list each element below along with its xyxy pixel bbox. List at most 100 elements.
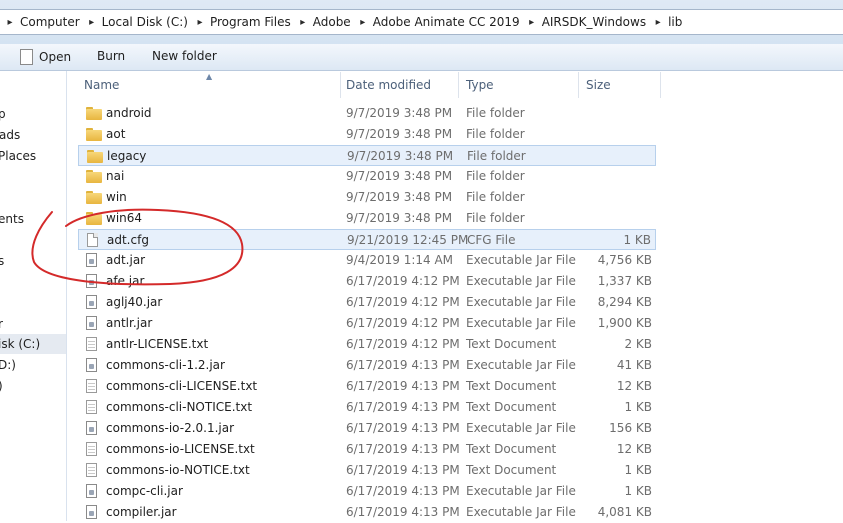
file-size: 4,756 KB bbox=[597, 253, 652, 267]
table-row[interactable]: legacy 9/7/2019 3:48 PM File folder bbox=[78, 145, 656, 166]
nav-item-drive[interactable]: ) bbox=[0, 376, 3, 396]
table-row[interactable]: afe.jar 6/17/2019 4:12 PM Executable Jar F… bbox=[78, 271, 656, 292]
file-type: Executable Jar File bbox=[466, 358, 576, 372]
file-name: commons-cli-LICENSE.txt bbox=[106, 379, 258, 393]
table-row[interactable]: antlr.jar 6/17/2019 4:12 PM Executable Jar… bbox=[78, 313, 656, 334]
table-row[interactable]: commons-io-NOTICE.txt 6/17/2019 4:13 PM Te… bbox=[78, 460, 656, 481]
nav-item-desktop[interactable]: p bbox=[0, 104, 6, 124]
jar-file-icon bbox=[86, 295, 97, 309]
file-date: 6/17/2019 4:12 PM bbox=[346, 337, 460, 351]
folder-icon bbox=[86, 127, 102, 141]
nav-item-computer[interactable]: r bbox=[0, 314, 3, 334]
chevron-right-icon[interactable]: ▸ bbox=[293, 17, 313, 28]
column-header-size[interactable]: Size bbox=[578, 72, 660, 98]
file-date: 9/7/2019 3:48 PM bbox=[347, 149, 454, 163]
table-row[interactable]: compc-cli.jar 6/17/2019 4:13 PM Executable… bbox=[78, 481, 656, 502]
column-header-label: Size bbox=[586, 78, 611, 92]
file-date: 6/17/2019 4:13 PM bbox=[346, 421, 460, 435]
file-date: 9/21/2019 12:45 PM bbox=[347, 233, 469, 247]
file-name: antlr-LICENSE.txt bbox=[106, 337, 209, 351]
jar-file-icon bbox=[86, 505, 97, 519]
file-size: 156 KB bbox=[609, 421, 652, 435]
table-row[interactable]: compiler.jar 6/17/2019 4:13 PM Executable … bbox=[78, 502, 656, 523]
breadcrumb-label: Adobe Animate CC 2019 bbox=[372, 15, 520, 29]
breadcrumb-item[interactable]: ▸ Local Disk (C:) bbox=[82, 15, 190, 29]
file-type: Text Document bbox=[466, 400, 557, 414]
breadcrumb-label: Adobe bbox=[312, 15, 351, 29]
navigation-pane: p ads Places ents s r isk (C:) D:) ) bbox=[0, 71, 67, 521]
table-row[interactable]: aglj40.jar 6/17/2019 4:12 PM Executable Ja… bbox=[78, 292, 656, 313]
text-file-icon bbox=[86, 463, 97, 477]
table-row[interactable]: commons-cli-LICENSE.txt 6/17/2019 4:13 PM… bbox=[78, 376, 656, 397]
file-type: Text Document bbox=[466, 442, 557, 456]
column-divider[interactable] bbox=[660, 72, 661, 98]
table-row[interactable]: win64 9/7/2019 3:48 PM File folder bbox=[78, 208, 656, 229]
nav-item-local-disk[interactable]: isk (C:) bbox=[0, 334, 66, 354]
breadcrumb-item[interactable]: ▸ Computer bbox=[0, 15, 82, 29]
file-size: 1 KB bbox=[624, 484, 652, 498]
nav-item-downloads[interactable]: ads bbox=[0, 125, 20, 145]
breadcrumb-item[interactable]: ▸ Program Files bbox=[190, 15, 293, 29]
breadcrumb-item[interactable]: ▸ Adobe bbox=[293, 15, 353, 29]
breadcrumb[interactable]: ▸ Computer ▸ Local Disk (C:) ▸ Program Files ▸… bbox=[0, 9, 843, 35]
file-size: 1 KB bbox=[623, 233, 651, 247]
file-name: commons-cli-1.2.jar bbox=[106, 358, 225, 372]
file-type: Executable Jar File bbox=[466, 253, 576, 267]
file-size: 41 KB bbox=[616, 358, 652, 372]
chevron-right-icon[interactable]: ▸ bbox=[82, 17, 102, 28]
file-name: nai bbox=[106, 169, 125, 183]
file-size: 2 KB bbox=[624, 337, 652, 351]
file-type: Executable Jar File bbox=[466, 274, 576, 288]
jar-file-icon bbox=[86, 253, 97, 267]
nav-item-documents[interactable]: ents bbox=[0, 209, 24, 229]
table-row[interactable]: commons-cli-NOTICE.txt 6/17/2019 4:13 PM T… bbox=[78, 397, 656, 418]
burn-button[interactable]: Burn bbox=[97, 49, 125, 63]
table-row[interactable]: commons-cli-1.2.jar 6/17/2019 4:13 PM Exec… bbox=[78, 355, 656, 376]
table-row[interactable]: antlr-LICENSE.txt 6/17/2019 4:12 PM Text D… bbox=[78, 334, 656, 355]
file-date: 9/4/2019 1:14 AM bbox=[346, 253, 454, 267]
table-row[interactable]: aot 9/7/2019 3:48 PM File folder bbox=[78, 124, 656, 145]
file-name: afe.jar bbox=[106, 274, 145, 288]
command-bar: Open Burn New folder bbox=[0, 44, 843, 71]
file-name: compiler.jar bbox=[106, 505, 177, 519]
breadcrumb-label: lib bbox=[668, 15, 683, 29]
file-date: 6/17/2019 4:13 PM bbox=[346, 505, 460, 519]
table-row[interactable]: nai 9/7/2019 3:48 PM File folder bbox=[78, 166, 656, 187]
open-button[interactable]: Open bbox=[20, 49, 71, 65]
column-header-date[interactable]: Date modified bbox=[338, 72, 458, 98]
jar-file-icon bbox=[86, 358, 97, 372]
breadcrumb-label: Local Disk (C:) bbox=[101, 15, 188, 29]
breadcrumb-item[interactable]: ▸ lib bbox=[648, 15, 684, 29]
chevron-right-icon[interactable]: ▸ bbox=[0, 17, 20, 28]
table-row[interactable]: adt.cfg 9/21/2019 12:45 PM CFG File 1 KB bbox=[78, 229, 656, 250]
file-list: android 9/7/2019 3:48 PM File folder aot 9/7… bbox=[78, 103, 658, 521]
column-header-name[interactable]: Name bbox=[76, 72, 340, 98]
nav-item-videos[interactable]: s bbox=[0, 251, 4, 271]
chevron-right-icon[interactable]: ▸ bbox=[648, 17, 668, 28]
file-name: android bbox=[106, 106, 152, 120]
nav-item-recent-places[interactable]: Places bbox=[0, 146, 36, 166]
table-row[interactable]: commons-io-2.0.1.jar 6/17/2019 4:13 PM Exe… bbox=[78, 418, 656, 439]
document-icon bbox=[20, 49, 33, 65]
chevron-right-icon[interactable]: ▸ bbox=[190, 17, 210, 28]
table-row[interactable]: win 9/7/2019 3:48 PM File folder bbox=[78, 187, 656, 208]
chevron-right-icon[interactable]: ▸ bbox=[353, 17, 373, 28]
file-type: Text Document bbox=[466, 463, 557, 477]
text-file-icon bbox=[86, 400, 97, 414]
table-row[interactable]: android 9/7/2019 3:48 PM File folder bbox=[78, 103, 656, 124]
breadcrumb-item[interactable]: ▸ AIRSDK_Windows bbox=[522, 15, 648, 29]
chevron-right-icon[interactable]: ▸ bbox=[522, 17, 542, 28]
file-size: 1,337 KB bbox=[597, 274, 652, 288]
column-header-type[interactable]: Type bbox=[458, 72, 578, 98]
table-row[interactable]: commons-io-LICENSE.txt 6/17/2019 4:13 PM T… bbox=[78, 439, 656, 460]
nav-item-dvd-drive[interactable]: D:) bbox=[0, 355, 16, 375]
file-type: Executable Jar File bbox=[466, 316, 576, 330]
table-row[interactable]: adt.jar 9/4/2019 1:14 AM Executable Jar Fi… bbox=[78, 250, 656, 271]
text-file-icon bbox=[86, 442, 97, 456]
breadcrumb-item[interactable]: ▸ Adobe Animate CC 2019 bbox=[353, 15, 522, 29]
file-date: 6/17/2019 4:13 PM bbox=[346, 463, 460, 477]
jar-file-icon bbox=[86, 484, 97, 498]
new-folder-button[interactable]: New folder bbox=[152, 49, 217, 63]
file-date: 9/7/2019 3:48 PM bbox=[346, 190, 453, 204]
burn-button-label: Burn bbox=[97, 49, 126, 63]
